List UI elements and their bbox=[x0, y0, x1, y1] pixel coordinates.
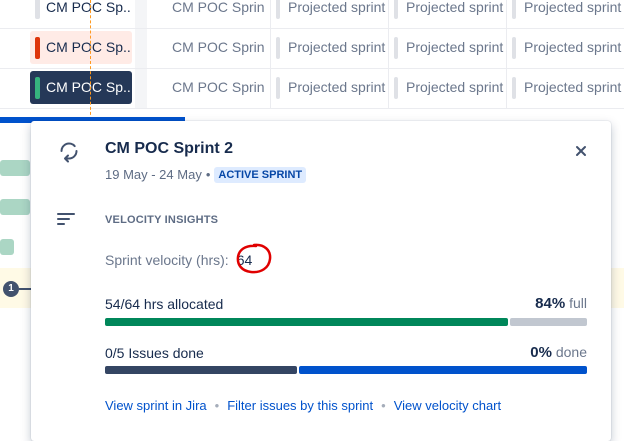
allocation-percent: 84% full bbox=[535, 295, 587, 312]
filter-issues-link[interactable]: Filter issues by this sprint bbox=[227, 398, 373, 413]
column-divider bbox=[506, 0, 507, 108]
sprint-name: CM POC Sp... bbox=[46, 0, 132, 15]
remaining-segment bbox=[510, 318, 587, 326]
projected-sprint-cell[interactable]: Projected sprint bbox=[276, 71, 388, 104]
close-icon[interactable] bbox=[569, 139, 593, 163]
sprint-cell[interactable]: CM POC Sprin... bbox=[160, 71, 264, 104]
sprint-label: CM POC Sprin... bbox=[172, 39, 264, 55]
popup-title: CM POC Sprint 2 bbox=[105, 140, 234, 157]
sprint-name: CM POC Sp... bbox=[46, 39, 132, 55]
projected-label: Projected sprint bbox=[524, 79, 622, 95]
today-marker-line bbox=[90, 0, 91, 120]
section-title: VELOCITY INSIGHTS bbox=[105, 214, 219, 226]
sprint-name-cell[interactable]: CM POC Sp... bbox=[30, 31, 132, 64]
timeline-row: CM POC Sp... CM POC Sprin... Projected s… bbox=[0, 68, 624, 109]
status-badge: ACTIVE SPRINT bbox=[214, 167, 307, 183]
hours-allocated-label: 54/64 hrs allocated bbox=[105, 296, 224, 312]
popup-links: View sprint in Jira • Filter issues by thi… bbox=[105, 398, 501, 413]
column-divider bbox=[388, 0, 389, 108]
issues-suffix: done bbox=[555, 344, 587, 360]
separator: • bbox=[205, 167, 211, 182]
sprint-cycle-icon bbox=[60, 142, 78, 163]
projected-label: Projected sprint bbox=[406, 79, 504, 95]
issues-percent: 0% done bbox=[530, 344, 587, 361]
list-lines-icon bbox=[57, 213, 75, 225]
todo-segment bbox=[105, 366, 297, 374]
timeline-bar[interactable] bbox=[0, 239, 14, 255]
sprint-details-popup: CM POC Sprint 2 19 May - 24 May • ACTIVE S… bbox=[31, 121, 611, 441]
sprint-label: CM POC Sprin... bbox=[172, 0, 264, 15]
date-range: 19 May - 24 May bbox=[105, 167, 202, 182]
view-sprint-link[interactable]: View sprint in Jira bbox=[105, 398, 207, 413]
sprint-name-cell-selected[interactable]: CM POC Sp... bbox=[30, 71, 132, 104]
projected-sprint-cell[interactable]: Projected sprint bbox=[394, 71, 506, 104]
sprint-dates: 19 May - 24 May • ACTIVE SPRINT bbox=[105, 167, 307, 183]
projected-label: Projected sprint bbox=[524, 0, 622, 15]
projected-label: Projected sprint bbox=[406, 39, 504, 55]
sprint-name-cell[interactable]: CM POC Sp... bbox=[30, 0, 132, 24]
projected-label: Projected sprint bbox=[406, 0, 504, 15]
projected-sprint-cell[interactable]: Projected sprint bbox=[276, 31, 388, 64]
projected-sprint-cell[interactable]: Projected sprint bbox=[512, 71, 624, 104]
velocity-label: Sprint velocity (hrs): bbox=[105, 252, 229, 268]
projected-sprint-cell[interactable]: Projected sprint bbox=[512, 31, 624, 64]
timeline-bar[interactable] bbox=[0, 199, 30, 215]
timeline-bar[interactable] bbox=[0, 160, 30, 176]
allocation-percent-value: 84% bbox=[535, 295, 566, 312]
marker-connector bbox=[19, 288, 31, 290]
allocation-progress-bar bbox=[105, 318, 587, 326]
projected-label: Projected sprint bbox=[524, 39, 622, 55]
sprint-name: CM POC Sp... bbox=[46, 79, 132, 95]
sprint-velocity: Sprint velocity (hrs): 64 bbox=[105, 252, 252, 268]
issues-progress-bar bbox=[105, 366, 587, 374]
separator: • bbox=[381, 398, 386, 413]
sprint-cell[interactable]: CM POC Sprin... bbox=[160, 0, 264, 24]
projected-sprint-cell[interactable]: Projected sprint bbox=[394, 31, 506, 64]
projected-sprint-cell[interactable]: Projected sprint bbox=[276, 0, 388, 24]
projected-sprint-cell[interactable]: Projected sprint bbox=[512, 0, 624, 24]
annotation-circle bbox=[236, 243, 272, 274]
projected-label: Projected sprint bbox=[288, 79, 386, 95]
projected-sprint-cell[interactable]: Projected sprint bbox=[394, 0, 506, 24]
projected-label: Projected sprint bbox=[288, 0, 386, 15]
issues-percent-value: 0% bbox=[530, 344, 552, 361]
timeline-row: CM POC Sp... CM POC Sprin... Projected s… bbox=[0, 28, 624, 69]
timeline-row: CM POC Sp... CM POC Sprin... Projected s… bbox=[0, 0, 624, 29]
issues-done-label: 0/5 Issues done bbox=[105, 345, 204, 361]
sprint-cell[interactable]: CM POC Sprin... bbox=[160, 31, 264, 64]
allocation-suffix: full bbox=[569, 295, 587, 311]
projected-label: Projected sprint bbox=[288, 39, 386, 55]
marker-count-badge[interactable]: 1 bbox=[3, 281, 19, 297]
column-divider bbox=[270, 0, 271, 108]
separator: • bbox=[214, 398, 220, 413]
sprint-label: CM POC Sprin... bbox=[172, 79, 264, 95]
in-progress-segment bbox=[299, 366, 587, 374]
view-velocity-chart-link[interactable]: View velocity chart bbox=[394, 398, 501, 413]
allocated-segment bbox=[105, 318, 509, 326]
